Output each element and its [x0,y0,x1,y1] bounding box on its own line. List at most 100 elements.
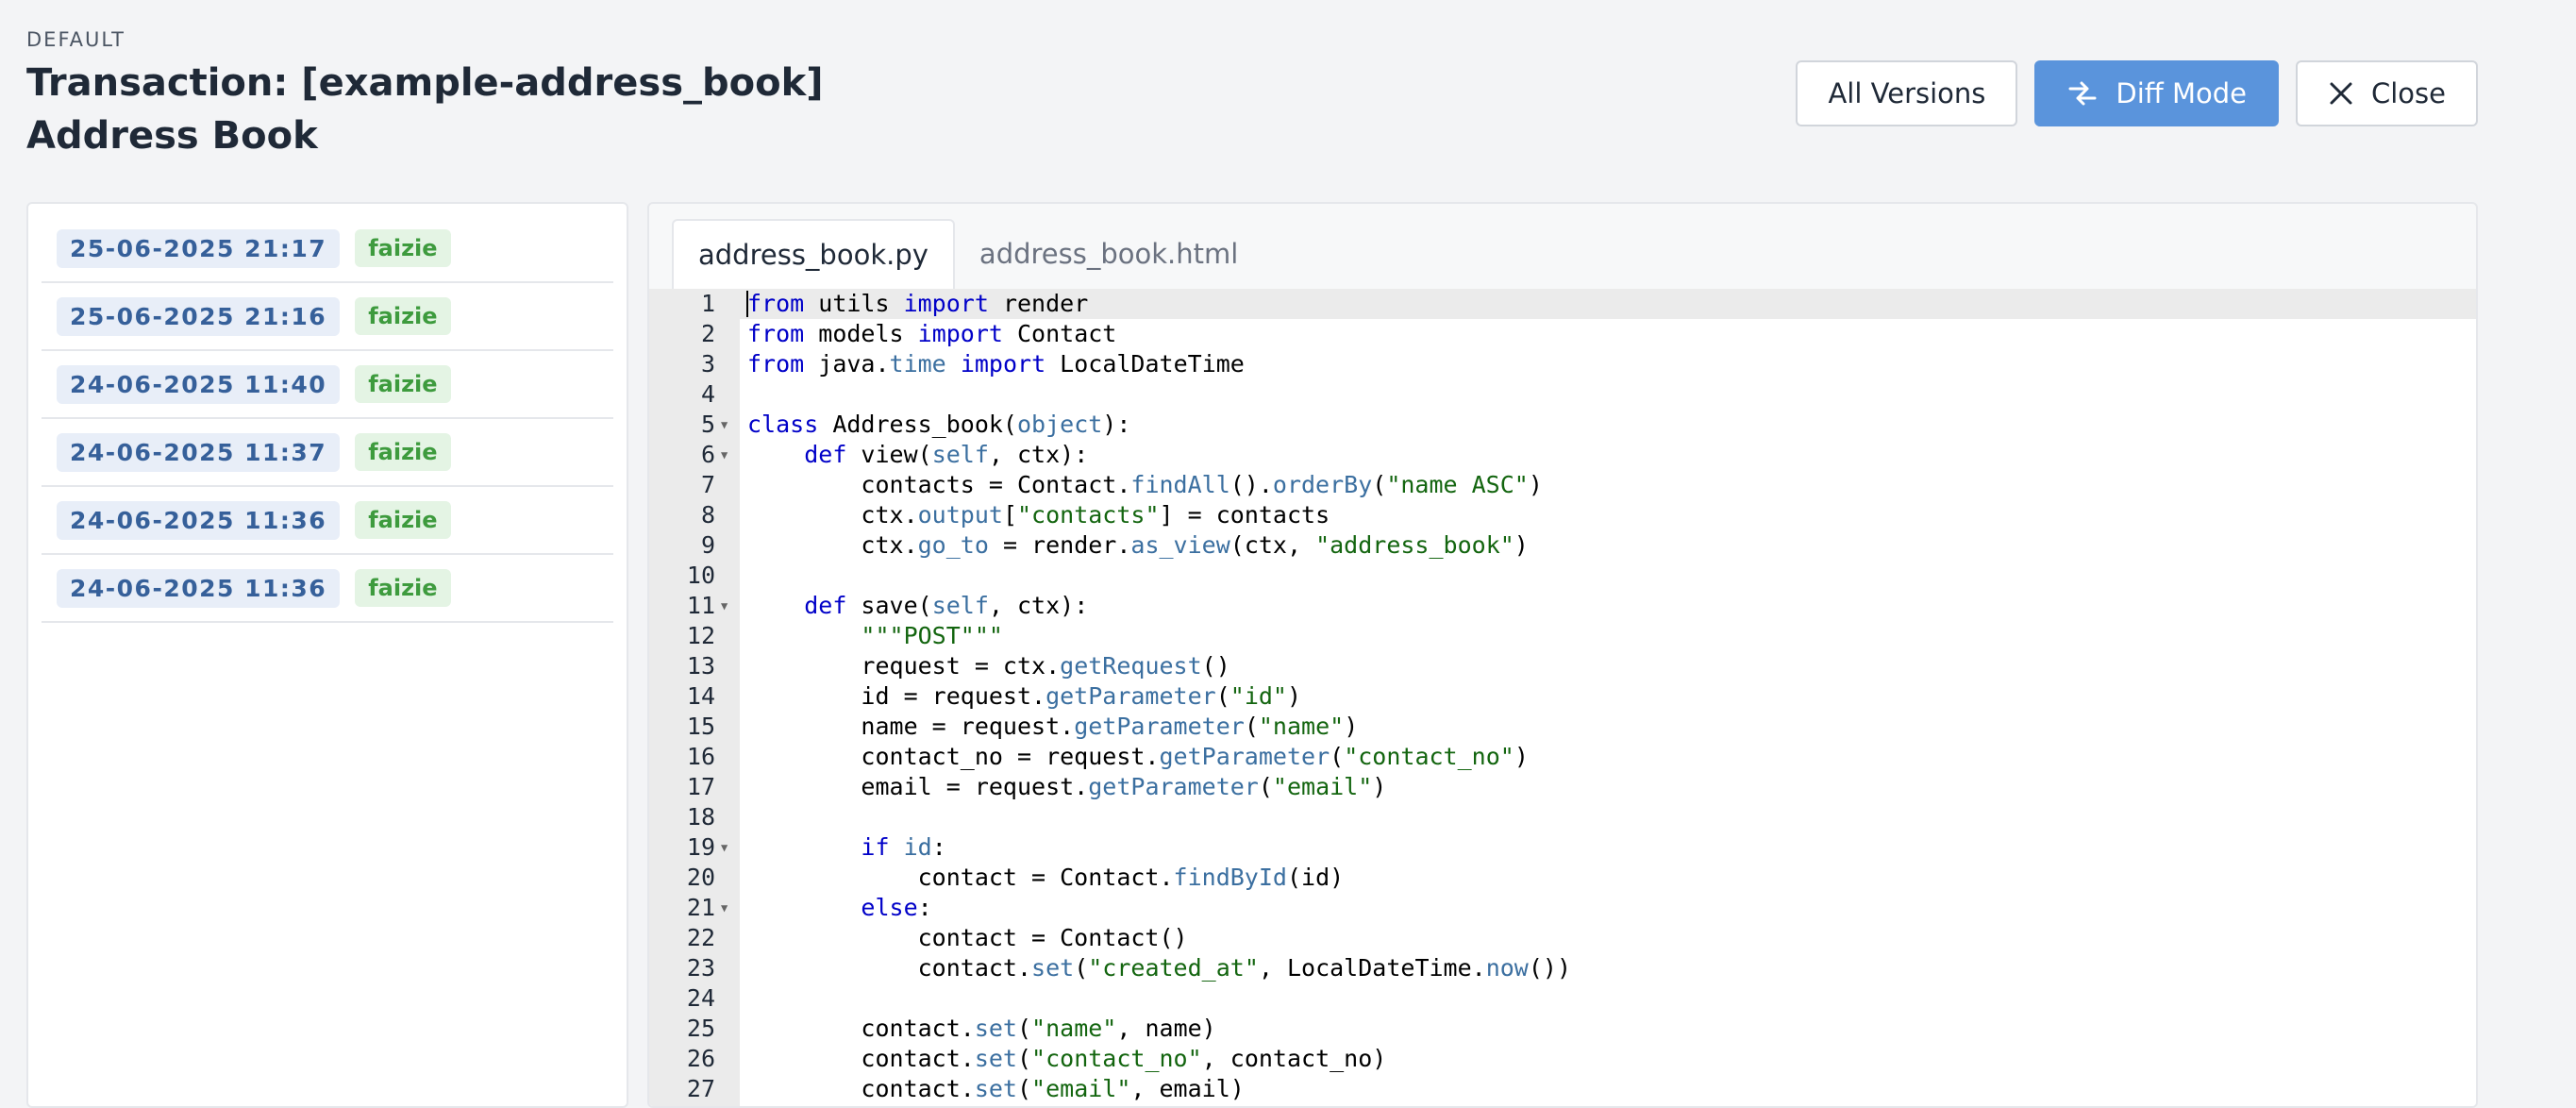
code-line[interactable]: 4 [649,379,2476,410]
diff-mode-label: Diff Mode [2116,77,2247,109]
code-line[interactable]: 2 from models import Contact [649,319,2476,349]
code-text: email = request.getParameter("email") [747,773,1387,800]
all-versions-label: All Versions [1828,77,1986,109]
line-number: 16 [686,743,715,770]
fold-toggle-icon[interactable]: ▼ [721,893,728,923]
version-user-badge: faizie [355,501,451,539]
close-button[interactable]: Close [2296,60,2478,126]
fold-toggle-icon[interactable]: ▼ [721,410,728,440]
all-versions-button[interactable]: All Versions [1796,60,2018,126]
line-number: 25 [686,1015,715,1042]
code-line[interactable]: 9 ctx.go_to = render.as_view(ctx, "addre… [649,530,2476,561]
line-number: 12 [686,622,715,649]
fold-toggle-icon[interactable]: ▼ [721,832,728,863]
code-line[interactable]: 25 contact.set("name", name) [649,1014,2476,1044]
file-tab[interactable]: address_book.html [955,219,1263,289]
code-line[interactable]: 15 name = request.getParameter("name") [649,712,2476,742]
line-number: 26 [686,1045,715,1072]
code-text: class Address_book(object): [747,411,1131,438]
code-text: if id: [861,833,946,861]
line-number: 23 [686,954,715,982]
version-date-badge: 25-06-2025 21:17 [57,228,341,268]
history-item[interactable]: 25-06-2025 21:17 faizie [42,215,613,283]
history-item[interactable]: 24-06-2025 11:36 faizie [42,555,613,623]
code-line[interactable]: 3 from java.time import LocalDateTime [649,349,2476,379]
page-title: Transaction: [example-address_book] Addr… [26,61,824,158]
file-tab[interactable]: address_book.py [672,219,955,289]
header-actions: All Versions Diff Mode Close [1796,60,2478,126]
file-tabs: address_book.py address_book.html [649,204,2476,289]
diff-mode-button[interactable]: Diff Mode [2034,60,2279,126]
version-user-badge: faizie [355,433,451,471]
line-number: 3 [700,350,715,378]
line-number: 10 [686,562,715,589]
version-date-badge: 25-06-2025 21:16 [57,296,341,336]
code-line[interactable]: 24 [649,983,2476,1014]
line-number: 18 [686,803,715,831]
line-number: 24 [686,984,715,1012]
code-text: contact_no = request.getParameter("conta… [747,743,1529,770]
line-number: 9 [700,531,715,559]
line-number: 6 [700,441,715,468]
history-item[interactable]: 24-06-2025 11:40 faizie [42,351,613,419]
diff-icon [2066,77,2099,109]
close-label: Close [2371,77,2446,109]
fold-toggle-icon[interactable]: ▼ [721,440,728,470]
code-text: """POST""" [861,622,1003,649]
history-item[interactable]: 24-06-2025 11:37 faizie [42,419,613,487]
code-line[interactable]: 7 contacts = Contact.findAll().orderBy("… [649,470,2476,500]
code-line[interactable]: 14 id = request.getParameter("id") [649,681,2476,712]
line-number: 4 [700,380,715,408]
code-text: contact = Contact() [747,924,1188,951]
code-line[interactable]: 1 from utils import render [649,289,2476,319]
version-user-badge: faizie [355,569,451,607]
version-date-badge: 24-06-2025 11:36 [57,500,341,540]
code-line[interactable]: 18 [649,802,2476,832]
code-text: name = request.getParameter("name") [747,713,1359,740]
code-line[interactable]: 10 [649,561,2476,591]
code-text: contact = Contact.findById(id) [747,864,1345,891]
version-date-badge: 24-06-2025 11:37 [57,432,341,472]
code-text: else: [861,894,932,921]
code-text: def save(self, ctx): [804,592,1089,619]
line-number: 15 [686,713,715,740]
code-line[interactable]: 19 ▼ if id: [649,832,2476,863]
eyebrow-label: DEFAULT [26,28,125,51]
history-item[interactable]: 25-06-2025 21:16 faizie [42,283,613,351]
code-text: contact.set("email", email) [747,1075,1245,1102]
code-text: contact.set("created_at", LocalDateTime.… [747,954,1572,982]
code-line[interactable]: 8 ctx.output["contacts"] = contacts [649,500,2476,530]
code-line[interactable]: 17 email = request.getParameter("email") [649,772,2476,802]
code-editor-panel: address_book.py address_book.html 1 from u… [647,202,2478,1108]
code-line[interactable]: 20 contact = Contact.findById(id) [649,863,2476,893]
code-text: id = request.getParameter("id") [747,682,1302,710]
line-number: 14 [686,682,715,710]
version-user-badge: faizie [355,229,451,267]
line-number: 7 [700,471,715,498]
version-history-list: 25-06-2025 21:17 faizie 25-06-2025 21:16 fa… [26,202,628,1108]
history-item[interactable]: 24-06-2025 11:36 faizie [42,487,613,555]
code-line[interactable]: 5 ▼ class Address_book(object): [649,410,2476,440]
code-text: contact.set("name", name) [747,1015,1216,1042]
code-line[interactable]: 21 ▼ else: [649,893,2476,923]
code-line[interactable]: 16 contact_no = request.getParameter("co… [649,742,2476,772]
code-line[interactable]: 6 ▼ def view(self, ctx): [649,440,2476,470]
code-line[interactable]: 11 ▼ def save(self, ctx): [649,591,2476,621]
code-line[interactable]: 26 contact.set("contact_no", contact_no) [649,1044,2476,1074]
line-number: 19 [686,833,715,861]
code-text: request = ctx.getRequest() [747,652,1230,680]
version-date-badge: 24-06-2025 11:40 [57,364,341,404]
line-number: 13 [686,652,715,680]
line-number: 11 [686,592,715,619]
code-text: from models import Contact [747,320,1117,347]
text-caret [746,291,748,317]
line-number: 5 [700,411,715,438]
line-number: 2 [700,320,715,347]
code-line[interactable]: 13 request = ctx.getRequest() [649,651,2476,681]
code-line[interactable]: 22 contact = Contact() [649,923,2476,953]
code-line[interactable]: 12 """POST""" [649,621,2476,651]
code-editor[interactable]: 1 from utils import render 2 from models im… [649,289,2476,1106]
fold-toggle-icon[interactable]: ▼ [721,591,728,621]
code-line[interactable]: 23 contact.set("created_at", LocalDateTi… [649,953,2476,983]
code-line[interactable]: 27 contact.set("email", email) [649,1074,2476,1104]
